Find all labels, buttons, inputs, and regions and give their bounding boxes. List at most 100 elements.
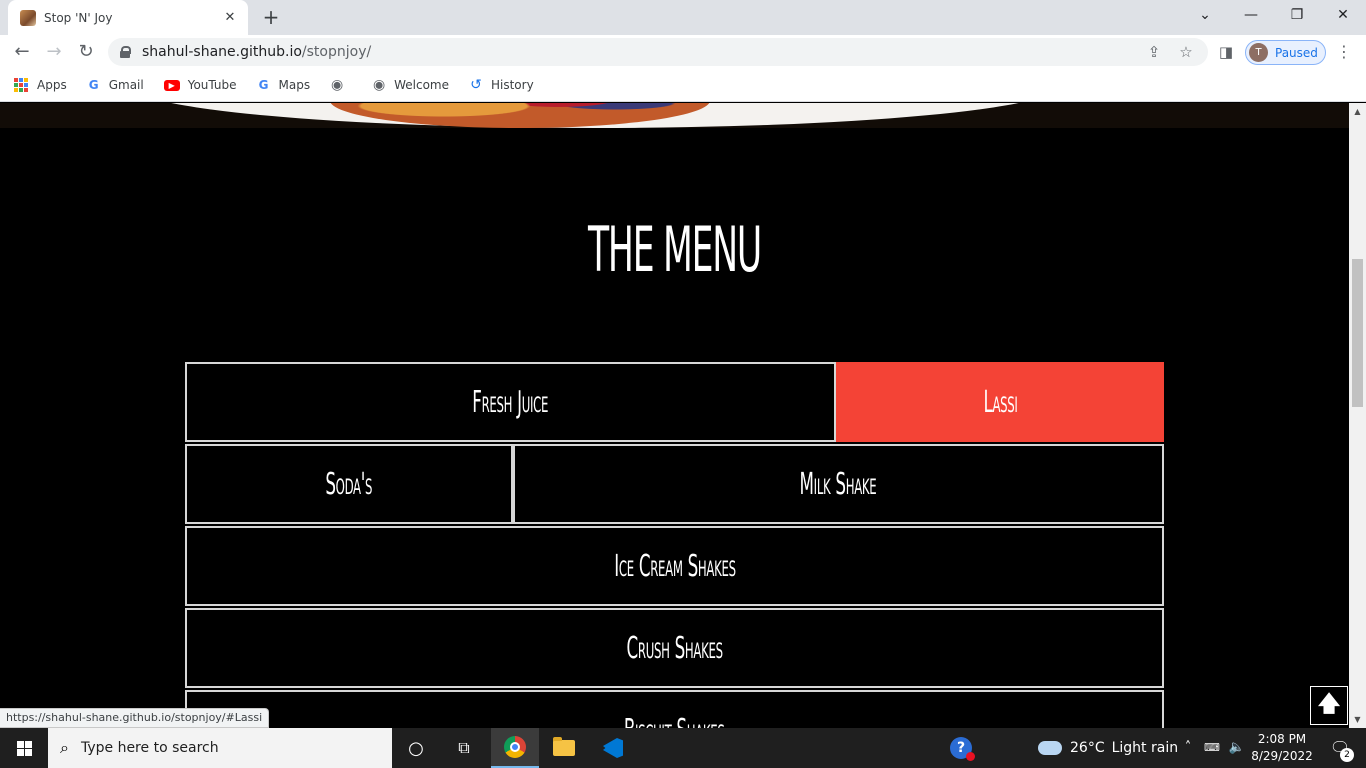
restore-button[interactable]: ❐ <box>1274 0 1320 30</box>
more-options-icon[interactable]: ⋮ <box>1336 40 1352 64</box>
volume-icon[interactable]: 🔈 <box>1226 728 1248 768</box>
taskbar-help-button[interactable]: ? <box>937 728 985 768</box>
search-icon: ⌕ <box>60 738 69 757</box>
taskbar-file-explorer-button[interactable] <box>540 728 588 768</box>
bookmark-label: YouTube <box>187 78 237 92</box>
address-bar[interactable]: shahul-shane.github.io/stopnjoy/ ⇪ ☆ <box>108 38 1208 66</box>
folder-icon <box>553 737 575 756</box>
url-text[interactable]: shahul-shane.github.io/stopnjoy/ <box>142 44 371 60</box>
menu-category-label: Biscuit Shakes <box>624 713 725 729</box>
input-language-icon[interactable]: ⌨ <box>1200 728 1224 768</box>
weather-description: Light rain <box>1111 740 1179 756</box>
profile-status: Paused <box>1275 45 1318 60</box>
bookmark-history[interactable]: ↺ History <box>469 78 534 92</box>
globe-icon: ◉ <box>372 77 386 93</box>
bookmark-globe[interactable]: ◉ <box>330 78 352 92</box>
menu-row: Ice Cream Shakes <box>185 526 1164 606</box>
arrow-up-icon: 🡅 <box>1317 692 1341 717</box>
windows-taskbar: ⌕ Type here to search ○ ⧉ ? 26°C Light r… <box>0 728 1366 768</box>
bookmark-apps[interactable]: Apps <box>14 78 67 92</box>
clock-date: 8/29/2022 <box>1251 749 1313 763</box>
tab-title: Stop 'N' Joy <box>44 10 113 25</box>
menu-category-label: Lassi <box>983 384 1018 420</box>
site-favicon-icon <box>20 9 36 26</box>
menu-category-label: Ice Cream Shakes <box>613 548 736 584</box>
menu-row: Crush Shakes <box>185 608 1164 688</box>
notification-count-badge: 2 <box>1340 748 1354 762</box>
menu-category-ice-cream-shakes[interactable]: Ice Cream Shakes <box>185 526 1164 606</box>
menu-category-label: Fresh Juice <box>472 384 549 420</box>
menu-category-milk-shake[interactable]: Milk Shake <box>512 444 1164 524</box>
bookmark-welcome[interactable]: ◉ Welcome <box>372 78 449 92</box>
menu-row: Soda's Milk Shake <box>185 444 1164 524</box>
back-button[interactable]: ← <box>10 40 34 64</box>
youtube-icon: ▶ <box>163 79 180 91</box>
cloud-rain-icon <box>1038 741 1062 755</box>
link-status-url: https://shahul-shane.github.io/stopnjoy/… <box>0 708 270 728</box>
bookmark-gmail[interactable]: G Gmail <box>87 78 144 92</box>
search-placeholder: Type here to search <box>80 740 219 756</box>
clock-time: 2:08 PM <box>1257 732 1307 746</box>
taskbar-chrome-button[interactable] <box>491 728 539 768</box>
google-icon: G <box>88 78 99 92</box>
weather-temperature: 26°C <box>1070 740 1105 756</box>
apps-grid-icon <box>14 78 28 92</box>
side-panel-icon[interactable]: ◨ <box>1216 42 1236 62</box>
url-host: shahul-shane.github.io <box>142 44 302 60</box>
scroll-to-top-button[interactable]: 🡅 <box>1310 686 1348 725</box>
close-window-button[interactable]: ✕ <box>1320 0 1366 30</box>
menu-category-label: Crush Shakes <box>626 630 723 666</box>
new-tab-button[interactable]: + <box>260 6 282 28</box>
menu-category-crush-shakes[interactable]: Crush Shakes <box>185 608 1164 688</box>
taskbar-vscode-button[interactable] <box>589 728 637 768</box>
share-icon[interactable]: ⇪ <box>1144 42 1164 62</box>
chevron-up-icon[interactable]: ˄ <box>1178 728 1198 768</box>
lock-icon[interactable] <box>120 46 131 58</box>
bookmark-star-icon[interactable]: ☆ <box>1176 42 1196 62</box>
bookmark-label: Welcome <box>394 78 449 92</box>
help-icon: ? <box>950 737 975 761</box>
menu-category-soda-s[interactable]: Soda's <box>185 444 513 524</box>
menu-row: Fresh Juice Lassi <box>185 362 1164 442</box>
avatar: T <box>1249 43 1268 62</box>
bookmark-label: Maps <box>278 78 311 92</box>
system-clock[interactable]: 2:08 PM 8/29/2022 <box>1250 731 1314 765</box>
minimize-button[interactable]: — <box>1228 0 1274 30</box>
forward-button[interactable]: → <box>42 40 66 64</box>
menu-row: Biscuit Shakes <box>185 690 1164 728</box>
reload-button[interactable]: ↻ <box>74 40 98 64</box>
start-button[interactable] <box>0 728 48 768</box>
vscode-icon <box>603 738 623 758</box>
taskbar-search-box[interactable]: ⌕ Type here to search <box>48 728 392 768</box>
page-scrollbar[interactable]: ▲ ▼ <box>1349 103 1366 728</box>
bookmarks-bar: Apps G Gmail ▶ YouTube G Maps ◉ ◉ Welcom… <box>0 69 1366 102</box>
close-tab-icon[interactable]: ✕ <box>222 10 238 26</box>
menu-category-biscuit-shakes[interactable]: Biscuit Shakes <box>185 690 1164 728</box>
bookmark-label: History <box>490 78 534 92</box>
browser-tab[interactable]: Stop 'N' Joy ✕ <box>8 0 248 35</box>
menu-category-label: Milk Shake <box>799 466 877 502</box>
menu-category-grid: Fresh Juice Lassi Soda's Milk Shake Ice Crea… <box>185 362 1164 728</box>
chrome-icon <box>504 736 526 758</box>
scrollbar-thumb[interactable] <box>1352 259 1363 407</box>
history-icon: ↺ <box>470 77 482 93</box>
bookmark-youtube[interactable]: ▶ YouTube <box>163 78 237 92</box>
menu-category-lassi[interactable]: Lassi <box>836 362 1164 442</box>
menu-category-fresh-juice[interactable]: Fresh Juice <box>185 362 837 442</box>
tab-search-chevron-down-icon[interactable]: ⌄ <box>1182 0 1228 30</box>
cortana-icon[interactable]: ○ <box>392 728 440 768</box>
bookmark-label: Apps <box>37 78 67 92</box>
profile-button[interactable]: T Paused <box>1245 40 1326 65</box>
tab-strip: Stop 'N' Joy ✕ + ⌄ — ❐ ✕ <box>0 0 1366 35</box>
scroll-down-arrow-icon[interactable]: ▼ <box>1349 711 1366 728</box>
page-viewport: THE MENU Fresh Juice Lassi Soda's Milk Shak… <box>0 103 1349 728</box>
scroll-up-arrow-icon[interactable]: ▲ <box>1349 103 1366 120</box>
globe-icon: ◉ <box>330 77 344 93</box>
task-view-icon[interactable]: ⧉ <box>440 728 488 768</box>
weather-widget[interactable]: 26°C Light rain <box>1038 728 1178 768</box>
google-icon: G <box>258 78 269 92</box>
bookmark-maps[interactable]: G Maps <box>257 78 311 92</box>
menu-category-label: Soda's <box>325 466 373 502</box>
notification-center-button[interactable]: 🗨 2 <box>1320 728 1360 768</box>
bookmark-label: Gmail <box>108 78 144 92</box>
